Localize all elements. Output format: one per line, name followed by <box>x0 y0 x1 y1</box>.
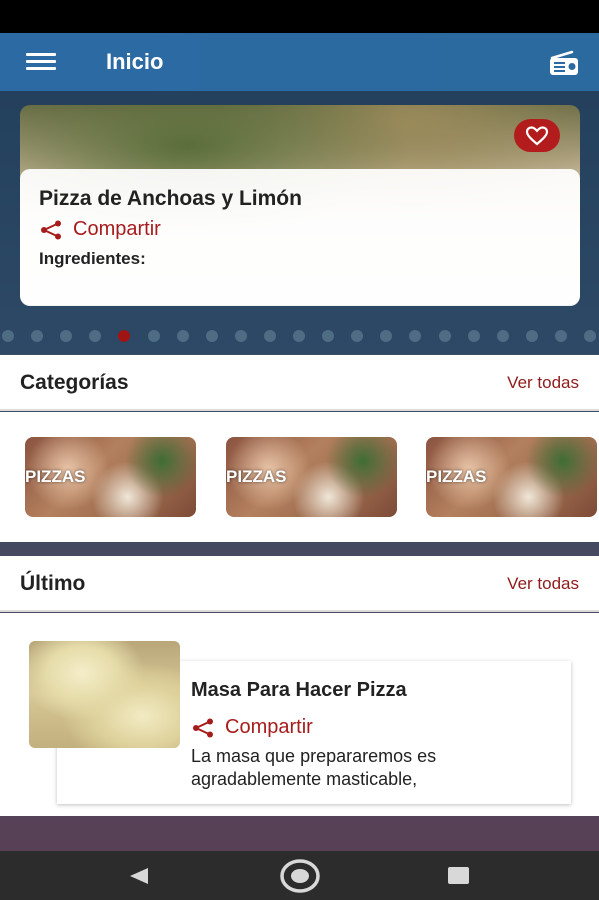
recipe-title: Masa Para Hacer Pizza <box>191 679 407 701</box>
recipe-thumbnail[interactable] <box>29 641 180 748</box>
carousel-dot[interactable] <box>525 330 538 342</box>
carousel-dot[interactable] <box>60 330 73 342</box>
category-label: PIZZAS <box>426 467 487 486</box>
carousel-dot[interactable] <box>234 330 247 342</box>
carousel-dot[interactable] <box>31 330 44 342</box>
carousel-dot[interactable] <box>351 330 364 342</box>
category-card[interactable]: PIZZAS <box>25 437 196 517</box>
hamburger-menu-icon[interactable] <box>26 53 56 71</box>
carousel-dot[interactable] <box>409 330 422 342</box>
category-label: PIZZAS <box>25 467 86 486</box>
share-label: Compartir <box>225 716 313 738</box>
carousel-dot[interactable] <box>496 330 509 342</box>
featured-recipe-title: Pizza de Anchoas y Limón <box>39 187 302 210</box>
favorite-button[interactable] <box>514 119 560 152</box>
latest-see-all-link[interactable]: Ver todas <box>507 574 579 594</box>
categories-list: PIZZAS PIZZAS PIZZAS <box>0 412 599 542</box>
latest-header: Último Ver todas <box>0 556 599 612</box>
home-circle-icon[interactable] <box>279 857 321 895</box>
carousel-dot[interactable] <box>263 330 276 342</box>
back-triangle-icon[interactable] <box>128 867 152 885</box>
latest-title: Último <box>20 572 86 595</box>
category-card[interactable]: PIZZAS <box>226 437 397 517</box>
carousel-dot[interactable] <box>2 330 14 342</box>
carousel-dot[interactable] <box>147 330 160 342</box>
featured-recipe-card[interactable]: Pizza de Anchoas y Limón Compartir Ingre… <box>20 169 580 306</box>
share-icon <box>193 718 213 737</box>
system-nav-bar <box>0 851 599 900</box>
carousel-dot[interactable] <box>554 330 567 342</box>
ingredients-label: Ingredientes: <box>39 249 146 268</box>
carousel-dot[interactable] <box>380 330 393 342</box>
recipe-description: La masa que prepararemos es agradablemen… <box>191 746 437 789</box>
carousel-dot[interactable] <box>467 330 480 342</box>
carousel-dot[interactable] <box>584 330 596 342</box>
categories-title: Categorías <box>20 371 129 394</box>
category-label: PIZZAS <box>226 467 287 486</box>
page-title: Inicio <box>106 49 164 74</box>
categories-header: Categorías Ver todas <box>0 355 599 411</box>
share-button[interactable]: Compartir <box>39 218 161 241</box>
carousel-dot[interactable] <box>438 330 451 342</box>
carousel-indicator <box>0 330 599 342</box>
category-card[interactable]: PIZZAS <box>426 437 597 517</box>
radio-icon[interactable] <box>548 50 580 76</box>
carousel-dot[interactable] <box>118 330 131 342</box>
app-bar: Inicio <box>0 33 599 91</box>
categories-see-all-link[interactable]: Ver todas <box>507 373 579 393</box>
carousel-dot[interactable] <box>293 330 305 342</box>
carousel-dot[interactable] <box>322 330 335 342</box>
heart-icon <box>525 125 549 145</box>
status-bar <box>0 0 599 33</box>
share-label: Compartir <box>73 218 161 240</box>
carousel-dot[interactable] <box>176 330 189 342</box>
carousel-dot[interactable] <box>205 330 218 342</box>
recents-square-icon[interactable] <box>447 866 471 886</box>
recipe-share-button[interactable]: Compartir <box>191 716 313 739</box>
carousel-dot[interactable] <box>89 330 102 342</box>
share-icon <box>41 220 61 239</box>
